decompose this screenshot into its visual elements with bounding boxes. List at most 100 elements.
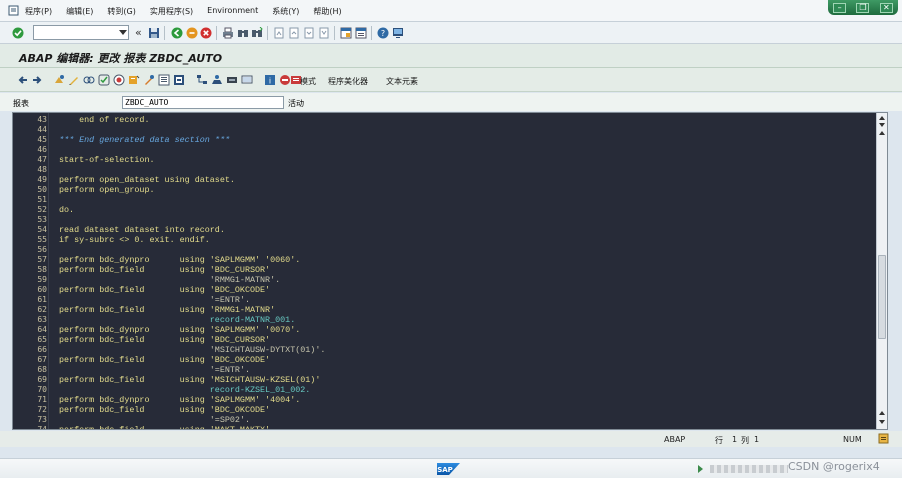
code-line[interactable]: perform bdc_dynpro using 'SAPLMGMM' '007… — [59, 325, 879, 335]
close-icon[interactable]: ✕ — [879, 2, 893, 13]
code-line[interactable]: do. — [59, 205, 879, 215]
last-page-icon[interactable] — [318, 27, 330, 39]
status-play-icon[interactable] — [698, 465, 703, 473]
code-line-text: '=ENTR'. — [59, 365, 250, 375]
vertical-scrollbar[interactable] — [876, 113, 887, 429]
menu-edit[interactable]: 编辑(E) — [66, 6, 93, 17]
code-line[interactable]: perform bdc_dynpro using 'SAPLMGMM' '006… — [59, 255, 879, 265]
line-number: 63 — [37, 315, 47, 324]
editor-status-bar: ABAP 行 1 列 1 NUM — [0, 431, 902, 447]
code-line[interactable]: perform bdc_field using 'RMMG1-MATNR' — [59, 305, 879, 315]
next-page-icon[interactable] — [303, 27, 315, 39]
code-line[interactable]: if sy-subrc <> 0. exit. endif. — [59, 235, 879, 245]
chevron-down-icon[interactable] — [119, 30, 127, 35]
code-line[interactable]: end of record. — [59, 115, 879, 125]
help-icon[interactable]: ? — [377, 27, 389, 39]
code-editor[interactable]: 43 44 45 46 47 48 49 50 51 52 53 54 55 56 57 58 59 60 61 62… — [12, 112, 888, 430]
menu-goto[interactable]: 转到(G) — [107, 6, 135, 17]
find-icon[interactable] — [237, 27, 249, 39]
layout-menu-icon[interactable] — [392, 27, 404, 39]
code-line[interactable]: '=ENTR'. — [59, 295, 879, 305]
code-line[interactable]: perform bdc_field using 'MAKT-MAKTX' — [59, 425, 879, 429]
text-elements-button[interactable]: 文本元素 — [386, 76, 418, 87]
where-used-icon[interactable] — [143, 74, 155, 86]
scroll-thumb[interactable] — [878, 255, 886, 339]
hierarchy-icon[interactable] — [196, 74, 208, 86]
program-status: 活动 — [288, 99, 304, 108]
enhancement-icon[interactable] — [211, 74, 223, 86]
minimize-icon[interactable]: – — [833, 2, 847, 13]
menu-help[interactable]: 帮助(H) — [313, 6, 341, 17]
test-icon[interactable] — [128, 74, 140, 86]
first-page-icon[interactable] — [273, 27, 285, 39]
shortcut-icon[interactable] — [355, 27, 367, 39]
code-line-text: *** End generated data section *** — [59, 135, 230, 145]
find-next-icon[interactable] — [251, 27, 263, 39]
arrow-right-icon[interactable] — [31, 74, 43, 86]
code-line[interactable]: perform bdc_field using 'BDC_OKCODE' — [59, 285, 879, 295]
display-change-icon[interactable] — [68, 74, 80, 86]
code-line[interactable]: perform bdc_field using 'BDC_CURSOR' — [59, 335, 879, 345]
code-line[interactable]: start-of-selection. — [59, 155, 879, 165]
code-line-text: perform bdc_field using 'BDC_CURSOR' — [59, 265, 271, 275]
menu-system[interactable]: 系统(Y) — [272, 6, 299, 17]
line-number: 54 — [37, 225, 47, 234]
object-list-icon[interactable] — [158, 74, 170, 86]
menu-utilities[interactable]: 实用程序(S) — [150, 6, 193, 17]
exit-icon[interactable] — [186, 27, 198, 39]
print-icon[interactable] — [222, 27, 234, 39]
code-line[interactable]: perform bdc_field using 'BDC_CURSOR' — [59, 265, 879, 275]
code-line[interactable]: perform open_group. — [59, 185, 879, 195]
code-line[interactable]: '=ENTR'. — [59, 365, 879, 375]
scroll-page-down-icon[interactable] — [879, 123, 885, 127]
back-icon[interactable] — [171, 27, 183, 39]
other-object-icon[interactable] — [53, 74, 65, 86]
code-line[interactable]: record-KZSEL_01_002. — [59, 385, 879, 395]
breakpoint-icon[interactable] — [226, 74, 238, 86]
command-input[interactable] — [34, 26, 116, 39]
menu-program[interactable]: 程序(P) — [25, 6, 52, 17]
enter-check-icon[interactable] — [12, 27, 24, 39]
scroll-down-icon[interactable] — [879, 420, 885, 424]
code-line[interactable]: record-MATNR_001. — [59, 315, 879, 325]
information-icon[interactable]: i — [264, 74, 276, 86]
scroll-page-up-icon[interactable] — [879, 131, 885, 135]
code-line[interactable]: *** End generated data section *** — [59, 135, 879, 145]
code-line[interactable]: perform bdc_dynpro using 'SAPLMGMM' '400… — [59, 395, 879, 405]
pattern-button[interactable]: 模式 — [300, 76, 316, 87]
code-line[interactable]: perform bdc_field using 'MSICHTAUSW-KZSE… — [59, 375, 879, 385]
save-icon[interactable] — [148, 27, 160, 39]
code-line-text: perform open_dataset using dataset. — [59, 175, 235, 185]
menu-environment[interactable]: Environment — [207, 6, 258, 17]
code-line[interactable]: '=SP02'. — [59, 415, 879, 425]
code-area[interactable]: end of record. *** End generated data sec… — [59, 113, 875, 429]
scroll-up-icon[interactable] — [879, 116, 885, 120]
arrow-left-icon[interactable] — [17, 74, 29, 86]
navigation-window-icon[interactable] — [173, 74, 185, 86]
check-syntax-icon[interactable] — [98, 74, 110, 86]
activate-icon[interactable] — [113, 74, 125, 86]
pretty-printer-button[interactable]: 程序美化器 — [328, 76, 368, 87]
code-line[interactable]: read dataset dataset into record. — [59, 225, 879, 235]
line-number: 69 — [37, 375, 47, 384]
cancel-icon[interactable] — [200, 27, 212, 39]
edit-mode-icon[interactable] — [878, 433, 889, 444]
column-label: 列 — [741, 436, 749, 445]
active-inactive-icon[interactable] — [83, 74, 95, 86]
code-line[interactable]: 'RMMG1-MATNR'. — [59, 275, 879, 285]
new-session-icon[interactable] — [340, 27, 352, 39]
scroll-up-lower-icon[interactable] — [879, 411, 885, 415]
command-field[interactable] — [33, 25, 129, 40]
collapse-command-icon[interactable]: « — [135, 26, 147, 39]
line-number: 61 — [37, 295, 47, 304]
code-line[interactable]: perform open_dataset using dataset. — [59, 175, 879, 185]
code-line[interactable]: perform bdc_field using 'BDC_OKCODE' — [59, 405, 879, 415]
line-number: 59 — [37, 275, 47, 284]
line-number: 45 — [37, 135, 47, 144]
screen-icon[interactable] — [241, 74, 253, 86]
code-line[interactable]: 'MSICHTAUSW-DYTXT(01)'. — [59, 345, 879, 355]
previous-page-icon[interactable] — [288, 27, 300, 39]
system-menu-icon[interactable] — [8, 5, 19, 16]
code-line[interactable]: perform bdc_field using 'BDC_OKCODE' — [59, 355, 879, 365]
restore-icon[interactable]: ❐ — [856, 2, 870, 13]
